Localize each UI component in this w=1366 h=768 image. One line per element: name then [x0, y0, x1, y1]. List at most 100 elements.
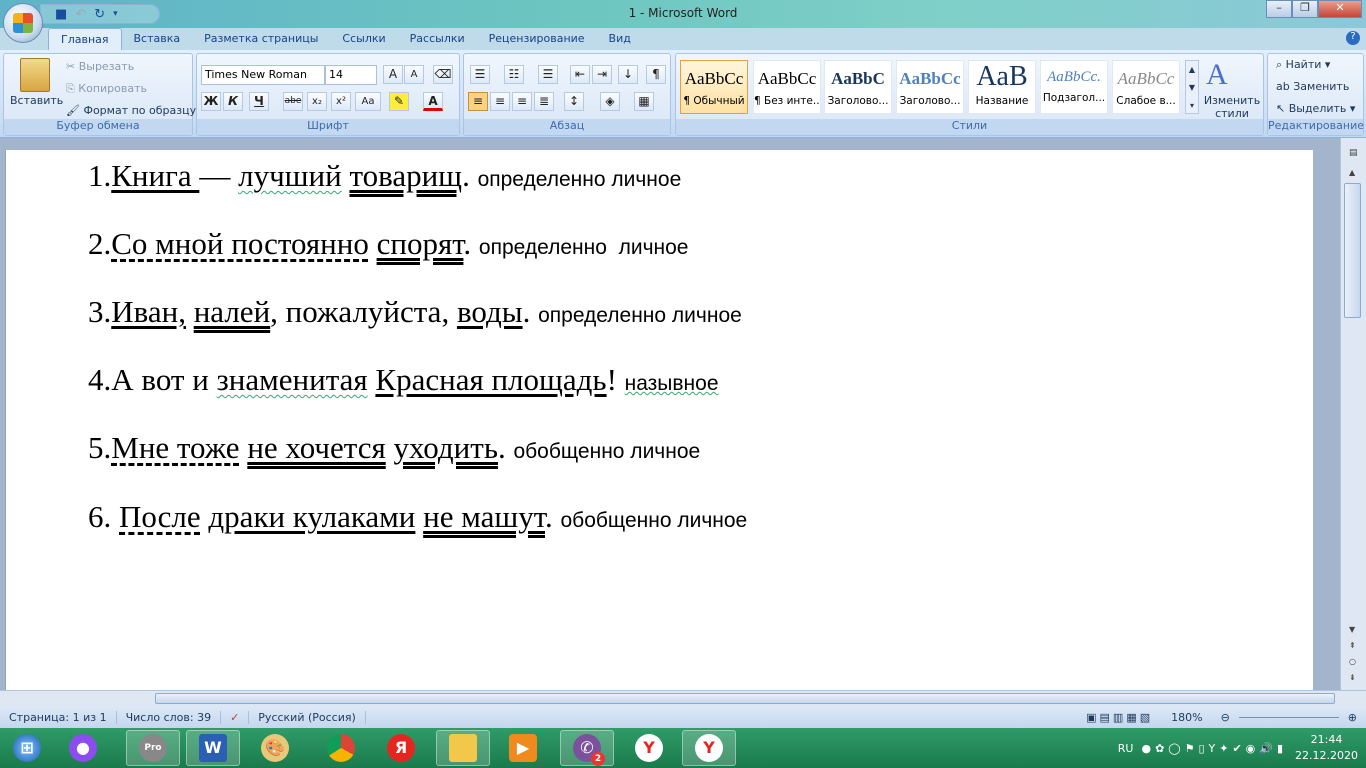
style-name: Название	[975, 95, 1029, 107]
view-buttons[interactable]: ▣▤▥▦▧	[1077, 711, 1162, 724]
underline-button[interactable]: Ч	[249, 92, 269, 111]
zoom-slider[interactable]	[1238, 716, 1339, 718]
style-subtle-emphasis[interactable]: AaBbCc Слабое в...	[1112, 60, 1180, 114]
paste-button[interactable]: Вставить	[10, 94, 63, 107]
tab-view[interactable]: Вид	[597, 28, 643, 50]
style-normal[interactable]: AaBbCc ¶ Обычный	[680, 60, 748, 114]
highlight-icon[interactable]: ✎	[389, 92, 409, 111]
maximize-button[interactable]: ❐	[1292, 0, 1318, 18]
zoom-in-icon[interactable]: ⊕	[1339, 711, 1366, 724]
minimize-button[interactable]: –	[1266, 0, 1292, 18]
zoom-level[interactable]: 180%	[1162, 711, 1211, 724]
media-player-icon[interactable]: ▶	[496, 730, 550, 766]
font-group-label: Шрифт	[197, 119, 459, 135]
language[interactable]: Русский (Россия)	[249, 710, 366, 724]
format-painter-button[interactable]: Формат по образцу	[83, 104, 196, 117]
text-segment: драки кулаками	[208, 499, 416, 534]
subscript-button[interactable]: x₂	[307, 92, 327, 111]
horizontal-scrollbar[interactable]	[0, 690, 1366, 706]
italic-button[interactable]: К	[223, 92, 243, 111]
alice-icon[interactable]: ●	[56, 730, 110, 766]
chrome-icon[interactable]	[314, 730, 368, 766]
document-line[interactable]: 2.Со мной постоянно спорят. определенно …	[88, 226, 688, 262]
font-name-select[interactable]: Times New Roman	[201, 65, 325, 85]
tab-insert[interactable]: Вставка	[122, 28, 193, 50]
tab-page-layout[interactable]: Разметка страницы	[192, 28, 330, 50]
strikethrough-button[interactable]: abe	[283, 92, 303, 111]
cut-button[interactable]: Вырезать	[79, 60, 134, 73]
help-icon[interactable]: ?	[1346, 31, 1360, 45]
numbering-icon[interactable]: ☷	[504, 65, 524, 84]
font-color-icon[interactable]: A	[423, 92, 443, 111]
yandex-icon-2[interactable]: Y	[682, 730, 736, 766]
editing-group-label: Редактирование	[1268, 119, 1364, 135]
tab-review[interactable]: Рецензирование	[477, 28, 597, 50]
yandex-browser-icon[interactable]: Я	[374, 730, 428, 766]
document-line[interactable]: 3.Иван, налей, пожалуйста, воды. определ…	[88, 294, 742, 330]
document-line[interactable]: 1.Книга — лучший товарищ. определенно ли…	[88, 158, 681, 194]
explorer-icon[interactable]	[436, 730, 490, 766]
scroll-up-icon[interactable]: ▲	[1349, 168, 1355, 177]
word-count[interactable]: Число слов: 39	[117, 710, 222, 724]
yandex-icon[interactable]: Y	[622, 730, 676, 766]
tab-references[interactable]: Ссылки	[330, 28, 397, 50]
change-case-button[interactable]: Aa	[355, 92, 381, 111]
select-button[interactable]: Выделить	[1289, 102, 1347, 115]
tab-mailings[interactable]: Рассылки	[398, 28, 477, 50]
clock[interactable]: 21:44 22.12.2020	[1295, 732, 1358, 764]
justify-icon[interactable]: ≣	[534, 92, 554, 111]
find-button[interactable]: Найти	[1286, 58, 1322, 71]
bullets-icon[interactable]: ☰	[470, 65, 490, 84]
browse-object-icons[interactable]: ▼ ⇞ ○ ⇟	[1349, 622, 1356, 686]
input-language[interactable]: RU	[1118, 742, 1134, 755]
document-line[interactable]: 5.Мне тоже не хочется уходить. обобщенно…	[88, 430, 700, 466]
replace-button[interactable]: Заменить	[1293, 80, 1349, 93]
office-button[interactable]	[3, 3, 43, 43]
tab-home[interactable]: Главная	[48, 28, 122, 50]
word-taskbar-icon[interactable]: W	[186, 730, 240, 766]
clear-format-icon[interactable]: ⌫	[433, 65, 453, 84]
viber-icon[interactable]: ✆ 2	[560, 730, 614, 766]
styles-scroll[interactable]: ▲ ▼ ▾	[1185, 60, 1199, 114]
copy-button[interactable]: Копировать	[78, 82, 147, 95]
align-left-icon[interactable]: ≡	[468, 92, 488, 111]
zoom-out-icon[interactable]: ⊖	[1212, 711, 1239, 724]
style-no-spacing[interactable]: AaBbCc ¶ Без инте...	[753, 60, 821, 114]
paint-icon[interactable]: 🎨	[248, 730, 302, 766]
page-count[interactable]: Страница: 1 из 1	[0, 710, 117, 724]
style-subtitle[interactable]: AaBbCc. Подзагол...	[1040, 60, 1108, 114]
shrink-font-icon[interactable]: A	[404, 65, 424, 84]
vertical-scrollbar[interactable]: ▤ ▲ ▼ ⇞ ○ ⇟	[1340, 138, 1366, 690]
document-line[interactable]: 6. После драки кулаками не машут. обобще…	[88, 499, 747, 535]
change-styles-button[interactable]: Изменить стили	[1202, 94, 1262, 120]
start-button[interactable]: ⊞	[0, 730, 54, 766]
bold-button[interactable]: Ж	[201, 92, 221, 111]
align-center-icon[interactable]: ≡	[490, 92, 510, 111]
text-segment: —	[199, 158, 239, 193]
paste-icon[interactable]	[20, 58, 50, 92]
align-right-icon[interactable]: ≡	[512, 92, 532, 111]
decrease-indent-icon[interactable]: ⇤	[570, 65, 590, 84]
style-heading-2[interactable]: AaBbCc Заголово...	[896, 60, 964, 114]
superscript-button[interactable]: x²	[331, 92, 351, 111]
style-heading-1[interactable]: AaBbC Заголово...	[824, 60, 892, 114]
borders-icon[interactable]: ▦	[634, 92, 654, 111]
shading-icon[interactable]: ◈	[600, 92, 620, 111]
show-formatting-icon[interactable]: ¶	[646, 65, 666, 84]
proofing-icon[interactable]: ✓	[221, 710, 250, 724]
font-size-select[interactable]: 14	[325, 65, 377, 85]
close-button[interactable]: ✕	[1318, 0, 1362, 18]
grow-font-icon[interactable]: A	[383, 65, 403, 84]
vertical-scroll-thumb[interactable]	[1344, 183, 1361, 318]
ruler-toggle-icon[interactable]: ▤	[1349, 148, 1358, 158]
horizontal-scroll-thumb[interactable]	[155, 693, 1335, 704]
document-line[interactable]: 4.А вот и знаменитая Красная площадь! на…	[88, 362, 719, 398]
app-pro-icon[interactable]: Pro	[126, 730, 180, 766]
line-spacing-icon[interactable]: ↕	[564, 92, 584, 111]
style-name: ¶ Обычный	[683, 95, 745, 107]
increase-indent-icon[interactable]: ⇥	[592, 65, 612, 84]
multilevel-list-icon[interactable]: ☰	[538, 65, 558, 84]
style-title[interactable]: AaB Название	[968, 60, 1036, 114]
tray-icons[interactable]: ●✿◯⚑▯Y✦✔◉🔊▮	[1141, 742, 1287, 755]
sort-icon[interactable]: ↓	[618, 65, 638, 84]
